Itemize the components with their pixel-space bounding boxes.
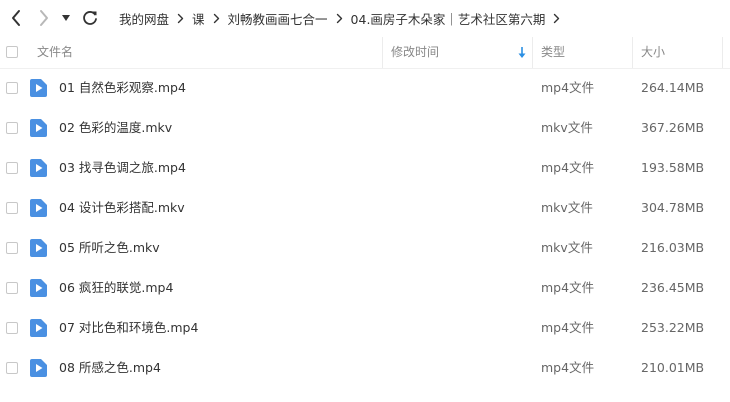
file-name[interactable]: 06 疯狂的联觉.mp4	[59, 268, 173, 308]
row-checkbox[interactable]	[6, 82, 18, 94]
file-size: 216.03MB	[641, 240, 705, 255]
breadcrumb-item-current-folder[interactable]: 04.画房子木朵家｜艺术社区第六期	[351, 9, 546, 28]
row-checkbox[interactable]	[6, 202, 18, 214]
caret-down-icon	[62, 15, 70, 21]
file-name[interactable]: 03 找寻色调之旅.mp4	[59, 148, 186, 188]
column-divider[interactable]	[722, 37, 723, 68]
chevron-right-icon	[177, 13, 184, 24]
file-row[interactable]: 03 找寻色调之旅.mp4 mp4文件 193.58MB	[0, 148, 730, 188]
file-type: mkv文件	[541, 200, 593, 215]
breadcrumb: 我的网盘 课 刘畅教画画七合一 04.画房子木朵家｜艺术社区第六期	[119, 9, 560, 27]
select-all-checkbox[interactable]	[6, 46, 18, 58]
sort-down-arrow-icon[interactable]	[517, 46, 527, 59]
file-size: 193.58MB	[641, 160, 705, 175]
file-row[interactable]: 01 自然色彩观察.mp4 mp4文件 264.14MB	[0, 68, 730, 108]
file-name[interactable]: 05 所听之色.mkv	[59, 228, 160, 268]
navigation-bar: 我的网盘 课 刘畅教画画七合一 04.画房子木朵家｜艺术社区第六期	[0, 0, 730, 36]
file-size: 367.26MB	[641, 120, 705, 135]
row-checkbox[interactable]	[6, 242, 18, 254]
file-type: mkv文件	[541, 240, 593, 255]
column-header-modified-time[interactable]: 修改时间	[391, 37, 531, 68]
chevron-right-icon	[40, 10, 48, 26]
video-file-icon	[30, 199, 47, 217]
file-type: mp4文件	[541, 80, 595, 95]
column-divider[interactable]	[382, 37, 383, 68]
column-header-size[interactable]: 大小	[641, 37, 721, 68]
column-header-type[interactable]: 类型	[541, 37, 631, 68]
chevron-right-icon[interactable]	[553, 13, 560, 24]
file-row[interactable]: 07 对比色和环境色.mp4 mp4文件 253.22MB	[0, 308, 730, 348]
file-size: 236.45MB	[641, 280, 705, 295]
file-name[interactable]: 02 色彩的温度.mkv	[59, 108, 172, 148]
file-browser: 我的网盘 课 刘畅教画画七合一 04.画房子木朵家｜艺术社区第六期 文件名 修改…	[0, 0, 730, 402]
breadcrumb-item-collection[interactable]: 刘畅教画画七合一	[228, 9, 328, 28]
video-file-icon	[30, 119, 47, 137]
file-row[interactable]: 06 疯狂的联觉.mp4 mp4文件 236.45MB	[0, 268, 730, 308]
file-type: mp4文件	[541, 360, 595, 375]
breadcrumb-item-my-drive[interactable]: 我的网盘	[119, 9, 169, 28]
row-checkbox[interactable]	[6, 122, 18, 134]
video-file-icon	[30, 359, 47, 377]
chevron-left-icon	[12, 10, 20, 26]
chevron-right-icon	[213, 13, 220, 24]
file-size: 304.78MB	[641, 200, 705, 215]
file-name[interactable]: 04 设计色彩搭配.mkv	[59, 188, 185, 228]
file-type: mp4文件	[541, 280, 595, 295]
row-checkbox[interactable]	[6, 162, 18, 174]
column-divider[interactable]	[532, 37, 533, 68]
file-row[interactable]: 08 所感之色.mp4 mp4文件 210.01MB	[0, 348, 730, 388]
refresh-button[interactable]	[79, 6, 101, 30]
column-header-name[interactable]: 文件名	[37, 37, 377, 68]
file-list: 01 自然色彩观察.mp4 mp4文件 264.14MB 02 色彩的温度.mk…	[0, 68, 730, 388]
file-name[interactable]: 08 所感之色.mp4	[59, 348, 161, 388]
video-file-icon	[30, 279, 47, 297]
video-file-icon	[30, 239, 47, 257]
file-row[interactable]: 04 设计色彩搭配.mkv mkv文件 304.78MB	[0, 188, 730, 228]
forward-button[interactable]	[33, 6, 55, 30]
file-size: 210.01MB	[641, 360, 705, 375]
file-type: mp4文件	[541, 160, 595, 175]
file-name[interactable]: 07 对比色和环境色.mp4	[59, 308, 198, 348]
file-type: mp4文件	[541, 320, 595, 335]
file-list-header: 文件名 修改时间 类型 大小	[0, 37, 730, 69]
video-file-icon	[30, 79, 47, 97]
video-file-icon	[30, 319, 47, 337]
row-checkbox[interactable]	[6, 282, 18, 294]
row-checkbox[interactable]	[6, 362, 18, 374]
chevron-right-icon	[336, 13, 343, 24]
file-type: mkv文件	[541, 120, 593, 135]
file-name[interactable]: 01 自然色彩观察.mp4	[59, 68, 186, 108]
refresh-icon	[83, 11, 97, 25]
column-divider[interactable]	[632, 37, 633, 68]
file-row[interactable]: 02 色彩的温度.mkv mkv文件 367.26MB	[0, 108, 730, 148]
file-size: 264.14MB	[641, 80, 705, 95]
breadcrumb-item-course[interactable]: 课	[192, 9, 205, 28]
row-checkbox[interactable]	[6, 322, 18, 334]
video-file-icon	[30, 159, 47, 177]
history-dropdown-button[interactable]	[58, 6, 74, 30]
back-button[interactable]	[5, 6, 27, 30]
file-row[interactable]: 05 所听之色.mkv mkv文件 216.03MB	[0, 228, 730, 268]
file-size: 253.22MB	[641, 320, 705, 335]
